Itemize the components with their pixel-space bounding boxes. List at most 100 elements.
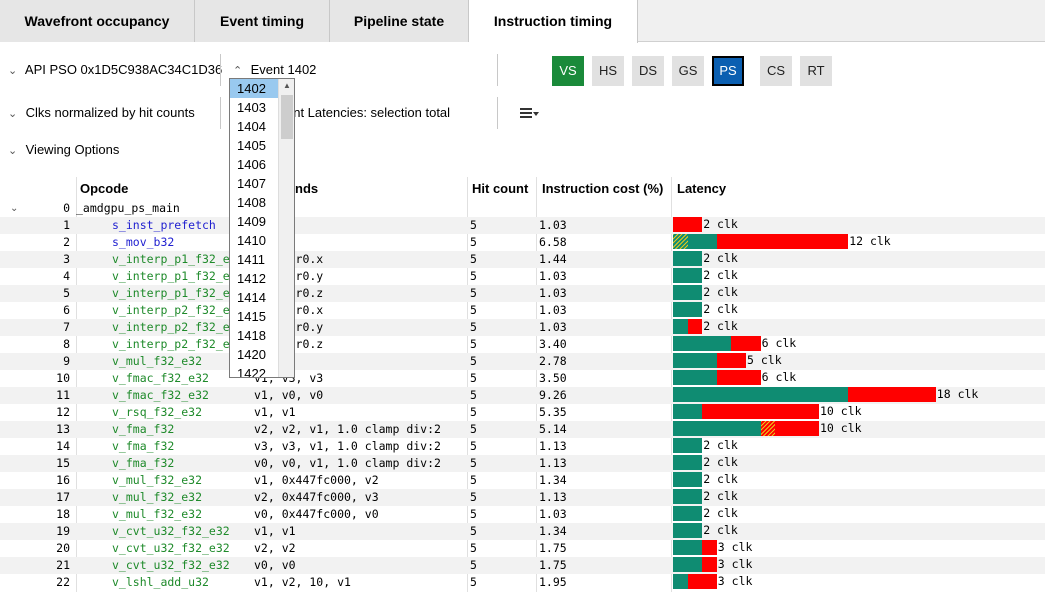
hit-count-cell: 5	[470, 337, 477, 351]
tab-instruction-timing[interactable]: Instruction timing	[469, 0, 638, 43]
hit-count-cell: 5	[470, 235, 477, 249]
divider	[497, 54, 498, 86]
latency-bar-teal	[673, 489, 703, 504]
row-index: 17	[56, 490, 70, 504]
instruction-cost-cell: 3.40	[539, 337, 567, 351]
stage-button-hs[interactable]: HS	[592, 56, 624, 86]
table-row[interactable]: 11 v_fmac_f32_e32 v1, v0, v0 5 9.26 18 clk	[0, 387, 1045, 404]
operands-cell: v1, v2, 10, v1	[254, 575, 351, 589]
hit-count-cell: 5	[470, 473, 477, 487]
scrollbar-thumb[interactable]	[281, 95, 293, 139]
latency-bar-teal	[673, 370, 717, 385]
clks-mode-selector[interactable]: ⌄ Clks normalized by hit counts	[8, 101, 195, 125]
tab-wavefront-occupancy[interactable]: Wavefront occupancy	[0, 0, 195, 42]
table-row[interactable]: 5v_interp_p1_f32_e), attr0.z51.032 clk	[0, 285, 1045, 302]
row-index: 12	[56, 405, 70, 419]
tab-event-timing[interactable]: Event timing	[195, 0, 330, 42]
opcode-cell: v_fmac_f32_e32	[112, 371, 209, 385]
hit-count-cell: 5	[470, 252, 477, 266]
table-row[interactable]: 2s_mov_b322556.5812 clk	[0, 234, 1045, 251]
table-row[interactable]: 20 v_cvt_u32_f32_e32 v2, v2 5 1.75 3 clk	[0, 540, 1045, 557]
instruction-cost-cell: 1.75	[539, 541, 567, 555]
table-row[interactable]: 8v_interp_p2_f32_e., attr0.z53.406 clk	[0, 336, 1045, 353]
latency-label: 2 clk	[703, 217, 738, 231]
latency-label: 2 clk	[703, 506, 738, 520]
table-row[interactable]: 15 v_fma_f32 v0, v0, v1, 1.0 clamp div:2 5 1…	[0, 455, 1045, 472]
table-row[interactable]: 6v_interp_p2_f32_e., attr0.x51.032 clk	[0, 302, 1045, 319]
table-row[interactable]: 16 v_mul_f32_e32 v1, 0x447fc000, v2 5 1.34 2 …	[0, 472, 1045, 489]
operands-cell: v1, v1	[254, 524, 296, 538]
latency-bar-teal	[673, 319, 688, 334]
header-operands[interactable]: nds	[295, 177, 318, 201]
table-row[interactable]: 7v_interp_p2_f32_e., attr0.y51.032 clk	[0, 319, 1045, 336]
instruction-cost-cell: 1.75	[539, 558, 567, 572]
opcode-cell: v_cvt_u32_f32_e32	[112, 524, 230, 538]
stage-button-ps[interactable]: PS	[712, 56, 744, 86]
menu-icon[interactable]	[518, 103, 540, 123]
row-index: 6	[63, 303, 70, 317]
opcode-cell: v_lshl_add_u32	[112, 575, 209, 589]
scroll-up-icon[interactable]: ▲	[283, 81, 291, 90]
stage-button-gs[interactable]: GS	[672, 56, 704, 86]
table-row[interactable]: 21 v_cvt_u32_f32_e32 v0, v0 5 1.75 3 clk	[0, 557, 1045, 574]
latency-bar-red	[716, 370, 761, 385]
latency-label: 3 clk	[717, 557, 753, 571]
latency-hatch	[673, 234, 688, 249]
hit-count-cell: 5	[470, 558, 477, 572]
table-row[interactable]: 9v_mul_f32_e32v2, v252.785 clk	[0, 353, 1045, 370]
table-row[interactable]: 17 v_mul_f32_e32 v2, 0x447fc000, v3 5 1.13 2 …	[0, 489, 1045, 506]
table-row[interactable]: 18 v_mul_f32_e32 v0, 0x447fc000, v0 5 1.03 2 …	[0, 506, 1045, 523]
header-opcode[interactable]: Opcode	[80, 177, 128, 201]
latency-label: 2 clk	[703, 251, 738, 265]
latency-label: 6 clk	[761, 336, 797, 350]
table-row[interactable]: 3v_interp_p1_f32_e), attr0.x51.442 clk	[0, 251, 1045, 268]
instruction-cost-cell: 1.44	[539, 252, 567, 266]
stage-button-cs[interactable]: CS	[760, 56, 792, 86]
table-row[interactable]: 14 v_fma_f32 v3, v3, v1, 1.0 clamp div:2 5 1…	[0, 438, 1045, 455]
event-dropdown-list[interactable]: 1402 1403 1404 1405 1406 1407 1408 1409 1410 1411…	[229, 78, 295, 378]
opcode-cell: v_mul_f32_e32	[112, 507, 203, 521]
table-row[interactable]: 13 v_fma_f32 v2, v2, v1, 1.0 clamp div:2 5 5…	[0, 421, 1045, 438]
stage-button-ds[interactable]: DS	[632, 56, 664, 86]
latency-bar-teal	[673, 523, 703, 538]
latency-bar-teal	[673, 336, 732, 351]
divider	[220, 97, 221, 129]
latency-bar-teal	[673, 387, 849, 402]
table-row[interactable]: 22 v_lshl_add_u32 v1, v2, 10, v1 5 1.95 3 clk	[0, 574, 1045, 591]
hit-count-cell: 5	[470, 575, 477, 589]
viewing-options-toggle[interactable]: ⌄ Viewing Options	[8, 138, 119, 162]
latency-bar-teal	[673, 268, 703, 283]
table-row[interactable]: 10 v_fmac_f32_e32 v1, v3, v3 5 3.50 6 clk	[0, 370, 1045, 387]
header-latency[interactable]: Latency	[677, 177, 726, 201]
header-instruction-cost[interactable]: Instruction cost (%)	[542, 177, 663, 201]
hit-count-cell: 5	[470, 388, 477, 402]
instruction-cost-cell: 1.34	[539, 524, 567, 538]
latency-bar-red	[716, 353, 746, 368]
table-row[interactable]: 4v_interp_p1_f32_e), attr0.y51.032 clk	[0, 268, 1045, 285]
row-index: 10	[56, 371, 70, 385]
function-row[interactable]: ⌄ 0 _amdgpu_ps_main	[0, 200, 1045, 217]
row-index: 20	[56, 541, 70, 555]
tab-pipeline-state[interactable]: Pipeline state	[330, 0, 469, 42]
hit-count-cell: 5	[470, 269, 477, 283]
api-pso-selector[interactable]: ⌄ API PSO 0x1D5C938AC34C1D36	[8, 58, 222, 82]
stage-button-rt[interactable]: RT	[800, 56, 832, 86]
stage-button-vs[interactable]: VS	[552, 56, 584, 86]
instruction-cost-cell: 1.13	[539, 490, 567, 504]
row-index: 19	[56, 524, 70, 538]
row-index: 9	[63, 354, 70, 368]
latency-bar-teal	[673, 353, 717, 368]
latency-bar-teal	[673, 421, 761, 436]
function-name: _amdgpu_ps_main	[76, 201, 180, 215]
row-index: 21	[56, 558, 70, 572]
header-hit-count[interactable]: Hit count	[472, 177, 528, 201]
latency-mode-selector[interactable]: ont Latencies: selection total	[286, 101, 450, 125]
table-row[interactable]: 1 s_inst_prefetch 5 1.03 2 clk	[0, 217, 1045, 234]
table-row[interactable]: 19 v_cvt_u32_f32_e32 v1, v1 5 1.34 2 clk	[0, 523, 1045, 540]
dropdown-scrollbar[interactable]: ▲	[278, 79, 294, 377]
hit-count-cell: 5	[470, 456, 477, 470]
instruction-cost-cell: 5.35	[539, 405, 567, 419]
table-row[interactable]: 12 v_rsq_f32_e32 v1, v1 5 5.35 10 clk	[0, 404, 1045, 421]
instruction-cost-cell: 1.03	[539, 303, 567, 317]
hit-count-cell: 5	[470, 490, 477, 504]
